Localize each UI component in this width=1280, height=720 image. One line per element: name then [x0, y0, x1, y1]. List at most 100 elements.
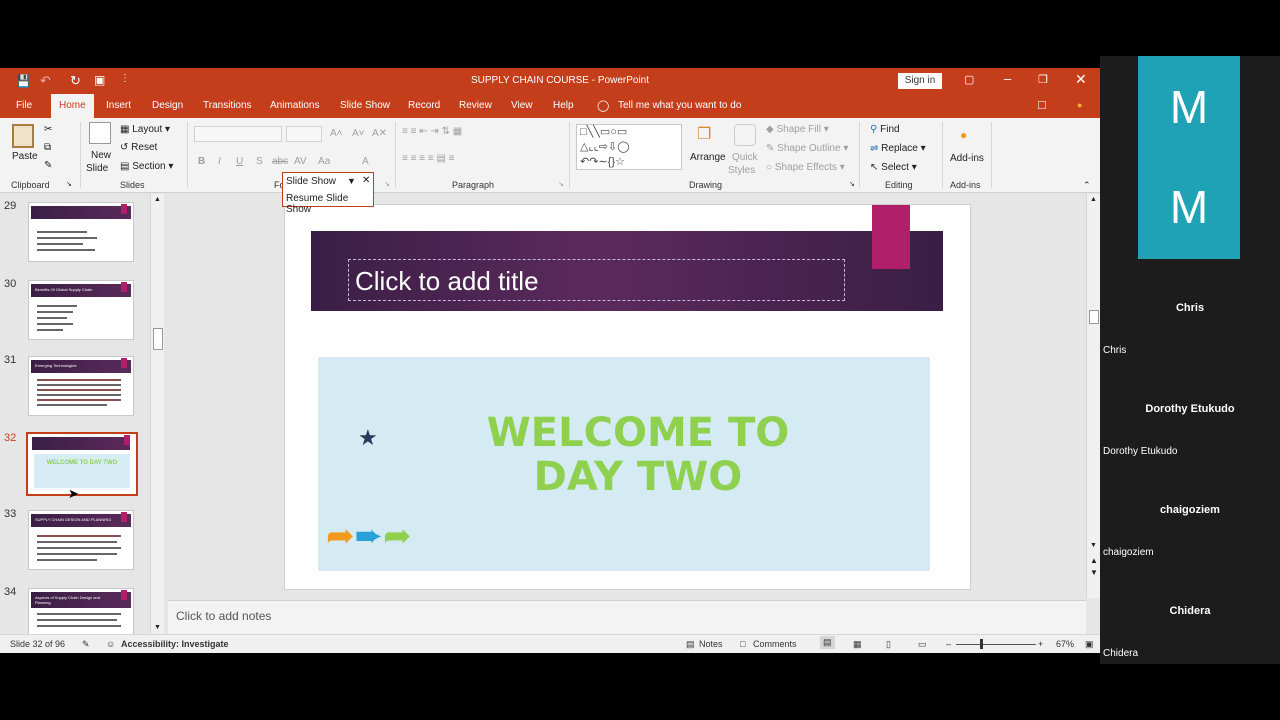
section-button[interactable]: ▤ Section ▾: [120, 161, 173, 172]
accessibility-icon[interactable]: ☺: [106, 639, 115, 649]
notes-pane[interactable]: Click to add notes: [168, 600, 1086, 634]
new-slide-button[interactable]: New: [91, 150, 111, 161]
shapes-gallery[interactable]: □╲╲▭○▭ △⌞⌞⇨⇩◯ ↶↷∼{}☆: [576, 124, 682, 170]
previous-slide-icon[interactable]: ▲: [1090, 556, 1098, 565]
layout-button[interactable]: ▦ Layout ▾: [120, 124, 170, 135]
minimize-icon[interactable]: –: [1004, 71, 1011, 86]
underline-icon[interactable]: U: [236, 156, 243, 167]
reset-button[interactable]: ↺ Reset: [120, 142, 157, 153]
shape-effects-button[interactable]: ○ Shape Effects ▾: [766, 162, 845, 173]
zoom-level[interactable]: 67%: [1056, 639, 1074, 649]
resume-slide-show-item[interactable]: Resume Slide Show: [286, 193, 373, 215]
add-ins-button[interactable]: Add-ins: [950, 153, 984, 164]
paste-button[interactable]: Paste: [12, 151, 38, 162]
font-color-icon[interactable]: A: [362, 156, 369, 167]
bullets-icon[interactable]: ≡ ≡ ⇤ ⇥ ⇅ ▦: [402, 126, 462, 137]
close-icon[interactable]: ✕: [1075, 71, 1087, 88]
tab-insert[interactable]: Insert: [100, 94, 137, 118]
tab-transitions[interactable]: Transitions: [197, 94, 258, 118]
slide-thumbnail-32[interactable]: WELCOME TO DAY TWO: [26, 432, 138, 496]
collapse-ribbon-icon[interactable]: ⌃: [1083, 180, 1091, 191]
slide-thumbnail-31[interactable]: Emerging Technologies: [28, 356, 134, 416]
scroll-thumb[interactable]: [153, 328, 163, 350]
copy-icon[interactable]: ⧉: [44, 142, 51, 153]
customize-icon[interactable]: ⋮: [120, 73, 130, 84]
fit-slide-icon[interactable]: ▣: [1085, 639, 1094, 650]
participant-tile[interactable]: M: [1138, 158, 1240, 259]
chevron-down-icon[interactable]: ▼: [347, 176, 356, 186]
next-slide-icon[interactable]: ▼: [1090, 568, 1098, 577]
sign-in-button[interactable]: Sign in: [898, 73, 942, 89]
arrange-icon[interactable]: ❐: [697, 124, 719, 146]
slide-thumbnail-33[interactable]: SUPPLY CHAIN DESIGN AND PLANNING: [28, 510, 134, 570]
tab-design[interactable]: Design: [146, 94, 189, 118]
tab-view[interactable]: View: [505, 94, 539, 118]
zoom-out-icon[interactable]: –: [946, 639, 951, 649]
scroll-up-icon[interactable]: ▲: [1090, 196, 1097, 203]
replace-button[interactable]: ⇌ Replace ▾: [870, 143, 926, 154]
slide-sorter-icon[interactable]: ▦: [853, 639, 862, 650]
shape-fill-button[interactable]: ◆ Shape Fill ▾: [766, 124, 829, 135]
shape-outline-button[interactable]: ✎ Shape Outline ▾: [766, 143, 848, 154]
tab-home[interactable]: Home: [51, 94, 94, 118]
zoom-in-icon[interactable]: +: [1038, 639, 1043, 649]
notes-placeholder[interactable]: Click to add notes: [176, 609, 271, 623]
redo-icon[interactable]: ↻: [70, 73, 81, 89]
change-case-icon[interactable]: Aa: [318, 156, 330, 167]
find-button[interactable]: ⚲ Find: [870, 124, 900, 135]
editor-scrollbar[interactable]: ▲ ▼ ▲ ▼: [1086, 194, 1100, 598]
char-spacing-icon[interactable]: AV: [294, 156, 307, 167]
dialog-launcher-icon[interactable]: ↘: [384, 180, 390, 188]
quick-styles-icon[interactable]: [734, 124, 756, 146]
dialog-launcher-icon[interactable]: ↘: [849, 180, 855, 188]
font-size-box[interactable]: [286, 126, 322, 142]
italic-icon[interactable]: I: [218, 156, 221, 167]
shadow-icon[interactable]: S: [256, 156, 263, 167]
reading-view-icon[interactable]: ▯: [886, 639, 891, 650]
add-ins-icon[interactable]: ●: [960, 128, 967, 142]
scroll-down-icon[interactable]: ▼: [1090, 542, 1097, 549]
tab-file[interactable]: File: [10, 94, 38, 118]
undo-icon[interactable]: ↶: [40, 73, 51, 89]
comments-icon[interactable]: □: [740, 639, 745, 649]
scroll-down-icon[interactable]: ▼: [154, 624, 161, 631]
notes-button[interactable]: Notes: [699, 639, 723, 649]
increase-font-icon[interactable]: A˄: [330, 128, 343, 139]
tab-record[interactable]: Record: [402, 94, 446, 118]
spelling-icon[interactable]: ✎: [82, 639, 90, 650]
normal-view-icon[interactable]: ▤: [820, 636, 835, 649]
slide-thumbnail-34[interactable]: Aspects of Supply Chain Design and Plann…: [28, 588, 134, 636]
select-button[interactable]: ↖ Select ▾: [870, 162, 917, 173]
slide-thumbnail-30[interactable]: Benefits Of Global Supply Chain: [28, 280, 134, 340]
zoom-slider[interactable]: [956, 644, 1036, 645]
thumbnails-scrollbar[interactable]: ▲ ▼: [150, 194, 164, 636]
present-icon[interactable]: ▣: [94, 73, 105, 87]
comments-button[interactable]: Comments: [753, 639, 797, 649]
new-slide-icon[interactable]: [89, 122, 111, 144]
tab-review[interactable]: Review: [453, 94, 498, 118]
ribbon-display-icon[interactable]: ▢: [964, 73, 974, 86]
dialog-launcher-icon[interactable]: ↘: [558, 180, 564, 188]
slide-title-placeholder[interactable]: Click to add title: [348, 259, 845, 301]
strikethrough-icon[interactable]: abc: [272, 156, 288, 167]
tab-slide-show[interactable]: Slide Show: [334, 94, 396, 118]
scroll-up-icon[interactable]: ▲: [154, 196, 161, 203]
slide-content-image[interactable]: ★ WELCOME TO DAY TWO ➦➨➦: [318, 311, 930, 571]
tab-animations[interactable]: Animations: [264, 94, 325, 118]
font-name-box[interactable]: [194, 126, 282, 142]
notes-icon[interactable]: ▤: [686, 639, 695, 650]
close-icon[interactable]: ✕: [362, 175, 370, 186]
quick-styles-button[interactable]: Quick: [732, 152, 758, 163]
format-painter-icon[interactable]: ✎: [44, 160, 52, 171]
dialog-launcher-icon[interactable]: ↘: [66, 180, 72, 188]
zoom-slider-thumb[interactable]: [980, 639, 983, 649]
cut-icon[interactable]: ✂: [44, 124, 52, 135]
save-icon[interactable]: 💾: [16, 74, 31, 88]
paste-icon[interactable]: [12, 124, 34, 148]
participant-tile[interactable]: M: [1138, 56, 1240, 158]
comments-icon[interactable]: □: [1038, 97, 1046, 112]
bold-icon[interactable]: B: [198, 156, 205, 167]
align-icons[interactable]: ≡ ≡ ≡ ≡ ▤ ≡: [402, 153, 455, 164]
arrange-button[interactable]: Arrange: [690, 152, 726, 163]
scroll-thumb[interactable]: [1089, 310, 1099, 324]
